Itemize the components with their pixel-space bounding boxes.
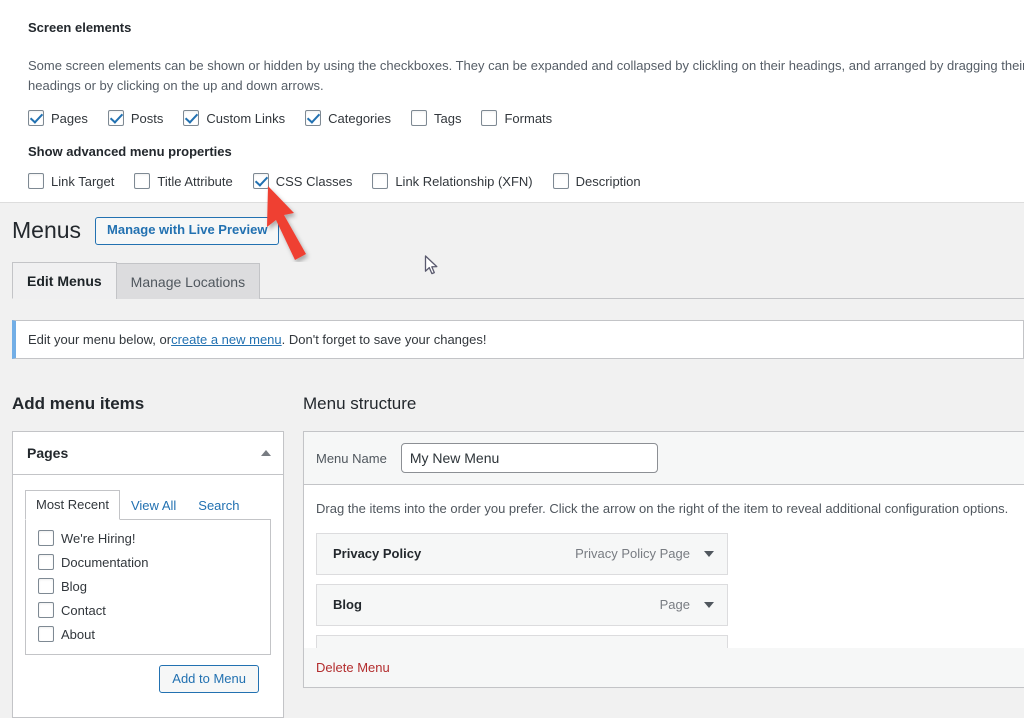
list-item[interactable]: Blog xyxy=(38,578,258,594)
checkbox-formats[interactable] xyxy=(481,110,498,127)
checkbox-css-classes[interactable] xyxy=(252,173,269,190)
checkbox-label-custom-links: Custom Links xyxy=(206,110,286,126)
checkbox-item-link-relationship[interactable]: Link Relationship (XFN) xyxy=(372,173,533,190)
checkbox-label-posts: Posts xyxy=(130,110,164,126)
drag-instructions: Drag the items into the order you prefer… xyxy=(316,501,1009,516)
menus-header: Menus Manage with Live Preview xyxy=(0,216,1024,246)
checkbox-page-were-hiring[interactable] xyxy=(38,530,54,546)
checkbox-item-description[interactable]: Description xyxy=(552,173,641,190)
chevron-down-icon[interactable] xyxy=(704,601,714,608)
checkbox-description[interactable] xyxy=(552,173,569,190)
add-to-menu-button[interactable]: Add to Menu xyxy=(159,665,259,693)
pages-tab-most-recent[interactable]: Most Recent xyxy=(25,490,120,520)
checkbox-label-css-classes: CSS Classes xyxy=(275,173,353,189)
create-a-new-menu-link[interactable]: create a new menu xyxy=(171,332,282,347)
menu-item-row-privacy-policy[interactable]: Privacy Policy Privacy Policy Page xyxy=(316,532,728,575)
checkbox-item-posts[interactable]: Posts xyxy=(107,110,164,127)
checkbox-link-target[interactable] xyxy=(28,173,44,190)
pages-list: We're Hiring! Documentation Blog Contact… xyxy=(25,519,271,655)
checkbox-item-formats[interactable]: Formats xyxy=(481,110,553,127)
checkbox-label-tags: Tags xyxy=(434,110,462,126)
screen-elements-description: Some screen elements can be shown or hid… xyxy=(28,58,1024,94)
checkbox-pages[interactable] xyxy=(28,110,44,127)
checkbox-label-categories: Categories xyxy=(328,110,392,126)
menu-item-type: Page xyxy=(659,597,690,612)
add-menu-items-heading: Add menu items xyxy=(12,394,145,413)
list-item[interactable]: Contact xyxy=(38,602,258,618)
menu-name-label: Menu Name xyxy=(316,450,387,466)
checkbox-title-attribute[interactable] xyxy=(134,173,151,190)
checkbox-label-pages: Pages xyxy=(51,110,88,126)
pages-panel-body: Most Recent View All Search We're Hiring… xyxy=(13,475,283,717)
checkbox-item-css-classes[interactable]: CSS Classes xyxy=(252,173,353,190)
checkbox-item-tags[interactable]: Tags xyxy=(411,110,462,127)
advanced-properties-heading: Show advanced menu properties xyxy=(28,144,232,160)
menu-name-input[interactable] xyxy=(400,443,658,473)
menu-item-title: Privacy Policy xyxy=(333,546,422,561)
checkbox-label-formats: Formats xyxy=(504,110,553,126)
checkbox-page-about[interactable] xyxy=(38,626,54,642)
pages-tab-bar: Most Recent View All Search xyxy=(25,489,271,520)
pages-panel-header[interactable]: Pages xyxy=(13,432,283,475)
tab-manage-locations[interactable]: Manage Locations xyxy=(115,262,261,299)
pages-tab-search[interactable]: Search xyxy=(187,491,250,520)
list-item-label: We're Hiring! xyxy=(61,530,136,546)
menu-name-bar: Menu Name xyxy=(304,432,1024,485)
list-item-label: Documentation xyxy=(61,554,149,570)
checkbox-item-link-target[interactable]: Link Target xyxy=(28,173,115,190)
chevron-up-icon[interactable] xyxy=(261,450,271,456)
tab-edit-menus[interactable]: Edit Menus xyxy=(12,261,117,299)
checkbox-page-documentation[interactable] xyxy=(38,554,54,570)
checkbox-item-title-attribute[interactable]: Title Attribute xyxy=(134,173,233,190)
checkbox-custom-links[interactable] xyxy=(183,110,200,127)
checkbox-label-title-attribute: Title Attribute xyxy=(157,173,233,189)
checkbox-page-blog[interactable] xyxy=(38,578,54,594)
chevron-down-icon[interactable] xyxy=(704,550,714,557)
menu-structure-footer: Delete Menu xyxy=(303,648,1024,688)
page-title: Menus xyxy=(12,217,82,243)
pages-accordion-panel: Pages Most Recent View All Search We're … xyxy=(12,431,284,718)
list-item-label: About xyxy=(61,626,95,642)
list-item-label: Blog xyxy=(61,578,88,594)
checkbox-link-relationship[interactable] xyxy=(372,173,389,190)
checkbox-item-pages[interactable]: Pages xyxy=(28,110,88,127)
checkbox-label-link-relationship: Link Relationship (XFN) xyxy=(395,173,533,189)
screen-options-panel: Screen elements Some screen elements can… xyxy=(0,0,1024,203)
checkbox-page-contact[interactable] xyxy=(38,602,54,618)
pages-tab-view-all[interactable]: View All xyxy=(120,491,187,520)
list-item-label: Contact xyxy=(61,602,106,618)
menu-item-title: Blog xyxy=(333,597,362,612)
checkbox-tags[interactable] xyxy=(411,110,428,127)
pages-panel-footer: Add to Menu xyxy=(25,655,271,705)
checkbox-categories[interactable] xyxy=(305,110,322,127)
notice-text-after: . Don't forget to save your changes! xyxy=(281,332,487,347)
checkbox-item-categories[interactable]: Categories xyxy=(305,110,392,127)
checkbox-posts[interactable] xyxy=(107,110,124,127)
menu-item-row-blog[interactable]: Blog Page xyxy=(316,583,728,626)
nav-tab-bar: Edit Menus Manage Locations xyxy=(12,261,1024,299)
menu-item-type: Privacy Policy Page xyxy=(575,546,690,561)
checkbox-label-description: Description xyxy=(575,173,641,189)
advanced-properties-checkbox-row: Link Target Title Attribute CSS Classes … xyxy=(28,173,1004,190)
notice-text-before: Edit your menu below, or xyxy=(28,332,172,347)
menu-notice: Edit your menu below, or create a new me… xyxy=(12,320,1024,359)
checkbox-label-link-target: Link Target xyxy=(51,173,115,189)
pages-panel-title: Pages xyxy=(27,445,69,461)
list-item[interactable]: About xyxy=(38,626,258,642)
list-item[interactable]: Documentation xyxy=(38,554,258,570)
screen-elements-checkbox-row: Pages Posts Custom Links Categories Tags… xyxy=(28,110,1004,127)
list-item[interactable]: We're Hiring! xyxy=(38,530,258,546)
screen-elements-heading: Screen elements xyxy=(28,20,132,35)
menu-structure-heading: Menu structure xyxy=(303,394,417,413)
checkbox-item-custom-links[interactable]: Custom Links xyxy=(183,110,286,127)
manage-with-live-preview-button[interactable]: Manage with Live Preview xyxy=(95,217,280,245)
